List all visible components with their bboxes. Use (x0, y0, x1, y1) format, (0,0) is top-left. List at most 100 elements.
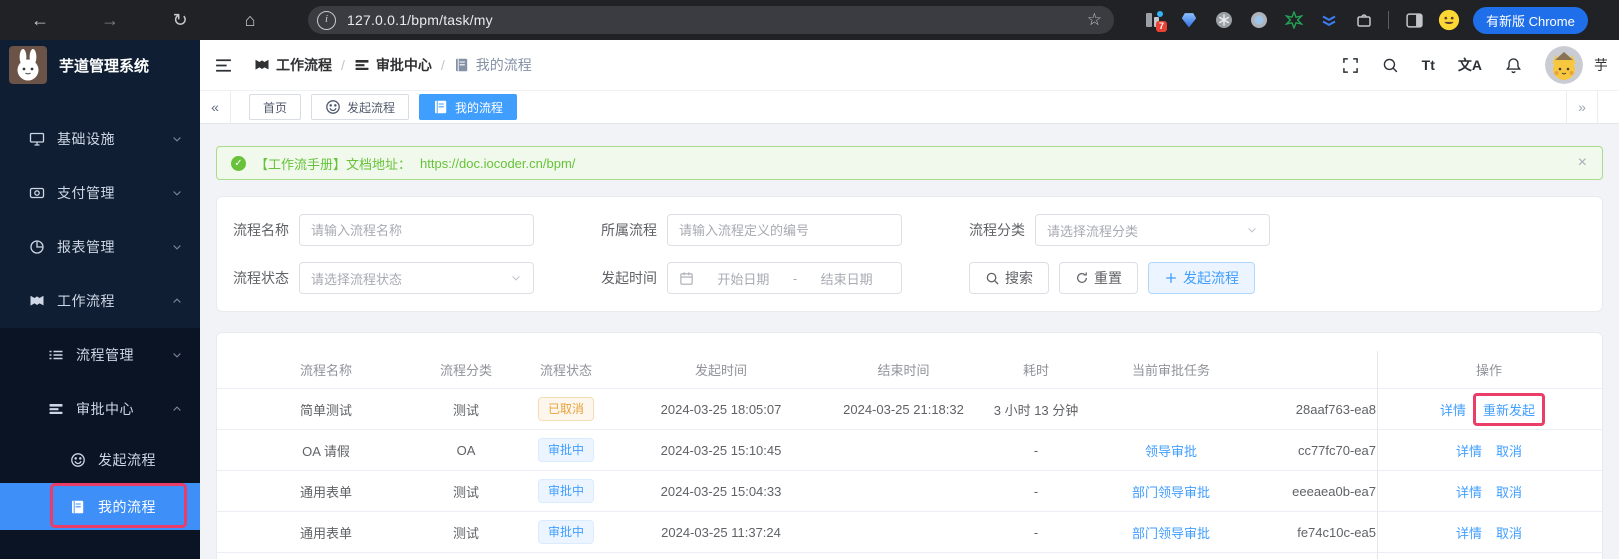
tab[interactable]: 我的流程 (419, 94, 518, 120)
breadcrumb-item[interactable]: 工作流程 / (254, 55, 354, 75)
column-header: 操作 (1376, 351, 1602, 389)
sidebar-item[interactable]: 报表管理 (0, 220, 200, 274)
forward-icon[interactable]: → (98, 8, 122, 32)
side-panel-icon[interactable] (1403, 9, 1425, 31)
tabs: 首页 发起流程 我的流程 (231, 94, 518, 120)
definition-filter-input[interactable] (667, 214, 902, 246)
gray-asterisk-icon[interactable] (1214, 10, 1234, 30)
bell-icon[interactable] (1505, 57, 1522, 74)
sidebar-item-label: 报表管理 (57, 239, 115, 255)
sidebar-item[interactable]: 工作流程 (0, 274, 200, 328)
tabs-scroll-left-icon[interactable]: « (200, 91, 231, 123)
home-icon[interactable]: ⌂ (238, 8, 262, 32)
monitor-icon (29, 131, 45, 147)
tab[interactable]: 发起流程 (311, 94, 410, 120)
chevron-up-icon (171, 403, 183, 415)
menu-fold-icon[interactable] (214, 56, 233, 75)
column-header: 耗时 (976, 351, 1096, 389)
tabs-scroll-right-icon[interactable]: » (1566, 91, 1598, 123)
table-row: OA 请假 OA 审批中 2024-03-25 15:10:45 - 领导审批 cc77fc… (217, 429, 1602, 471)
banner-link[interactable]: https://doc.iocoder.cn/bpm/ (420, 156, 575, 171)
chrome-update-button[interactable]: 有新版 Chrome (1473, 6, 1588, 34)
column-header: 流程分类 (411, 351, 521, 389)
current-task-link[interactable]: 部门领导审批 (1132, 526, 1210, 541)
font-size-icon[interactable]: Tt (1422, 57, 1435, 73)
table-cell: 3 小时 13 分钟 (976, 388, 1096, 430)
sidebar-item-label: 审批中心 (76, 401, 134, 417)
sidebar-item[interactable]: 流程管理 (0, 328, 200, 382)
table-cell: OA 请假 (241, 429, 411, 471)
site-info-icon[interactable]: i (317, 10, 336, 30)
table-cell: 审批中 (521, 470, 611, 512)
breadcrumb-item[interactable]: 我的流程 (454, 55, 532, 75)
start-time-range-picker[interactable]: 开始日期 - 结束日期 (667, 262, 902, 294)
detail-link[interactable]: 详情 (1456, 444, 1482, 459)
cancel-link[interactable]: 取消 (1496, 526, 1522, 541)
breadcrumb: 工作流程 / 审批中心 / 我的流程 (254, 55, 532, 75)
chevron-down-icon (171, 241, 183, 253)
user-avatar[interactable] (1545, 46, 1583, 84)
current-task-link[interactable]: 部门领导审批 (1132, 485, 1210, 500)
status-filter-select[interactable]: 请选择流程状态 (299, 262, 534, 294)
toolbar-divider (1388, 11, 1389, 29)
gray-dot-icon[interactable] (1249, 10, 1269, 30)
rows-icon (354, 57, 370, 73)
sidebar-item[interactable]: 发起流程 (0, 436, 200, 483)
green-star-icon[interactable] (1284, 10, 1304, 30)
refresh-icon (1075, 271, 1089, 285)
breadcrumb-item[interactable]: 审批中心 / (354, 55, 454, 75)
calendar-icon (679, 271, 694, 286)
flag-icon (254, 57, 270, 73)
notebook-icon (70, 499, 86, 515)
chevron-down-icon (171, 349, 183, 361)
detail-link[interactable]: 详情 (1440, 403, 1466, 418)
fixed-column-divider (1377, 351, 1378, 559)
url-text[interactable]: 127.0.0.1/bpm/task/my (347, 12, 1087, 28)
name-filter-input[interactable] (299, 214, 534, 246)
table-cell: 2024-03-25 15:10:45 (611, 429, 831, 471)
current-task-link[interactable]: 领导审批 (1145, 444, 1197, 459)
create-process-button[interactable]: 发起流程 (1148, 262, 1255, 294)
relaunch-link[interactable]: 重新发起 (1483, 400, 1535, 419)
tab[interactable]: 首页 (249, 94, 302, 120)
sidebar: 芋道管理系统 基础设施 支付管理 报表管理 工作流程 流程管理 审批中心 发起流… (0, 40, 200, 559)
category-filter-select[interactable]: 请选择流程分类 (1035, 214, 1270, 246)
table-cell (217, 429, 241, 471)
sidebar-item[interactable]: 我的流程 (0, 483, 200, 530)
search-icon[interactable] (1382, 57, 1399, 74)
table-cell: eeeaea0b-ea7 (1246, 470, 1376, 512)
bookmark-star-icon[interactable]: ☆ (1087, 10, 1102, 30)
app-logo[interactable]: 芋道管理系统 (0, 40, 200, 90)
notebook-icon (433, 99, 449, 115)
blue-layers-icon[interactable] (1319, 10, 1339, 30)
reset-button-label: 重置 (1094, 270, 1122, 286)
rabbit-avatar-logo (9, 46, 47, 84)
search-button[interactable]: 搜索 (969, 262, 1049, 294)
extension-badge-7-icon[interactable]: 7 (1144, 10, 1167, 32)
table-cell: cc77fc70-ea7 (1246, 429, 1376, 471)
detail-link[interactable]: 详情 (1456, 526, 1482, 541)
banner-close-icon[interactable]: × (1578, 155, 1587, 171)
table-cell (217, 511, 241, 553)
start-date-placeholder: 开始日期 (717, 271, 770, 287)
detail-link[interactable]: 详情 (1456, 485, 1482, 500)
spacer-cell (217, 351, 241, 389)
url-bar[interactable]: i 127.0.0.1/bpm/task/my ☆ (308, 6, 1114, 34)
table-row: 通用表单 测试 审批中 2024-03-25 15:04:33 - 部门领导审批 eeeae… (217, 470, 1602, 512)
sidebar-item[interactable]: 审批中心 (0, 382, 200, 436)
payment-icon (29, 185, 45, 201)
table-cell: 简单测试 (241, 388, 411, 430)
create-button-label: 发起流程 (1183, 270, 1239, 286)
translate-icon[interactable]: 文A (1458, 55, 1482, 75)
reset-button[interactable]: 重置 (1059, 262, 1138, 294)
sidebar-item[interactable]: 支付管理 (0, 166, 200, 220)
reload-icon[interactable]: ↻ (168, 8, 192, 32)
back-icon[interactable]: ← (28, 8, 52, 32)
cancel-link[interactable]: 取消 (1496, 444, 1522, 459)
fullscreen-icon[interactable] (1342, 57, 1359, 74)
puzzle-icon[interactable] (1354, 10, 1374, 30)
blue-gem-icon[interactable] (1179, 10, 1199, 30)
cancel-link[interactable]: 取消 (1496, 485, 1522, 500)
sidebar-item[interactable]: 基础设施 (0, 112, 200, 166)
profile-avatar-icon[interactable] (1438, 9, 1460, 31)
